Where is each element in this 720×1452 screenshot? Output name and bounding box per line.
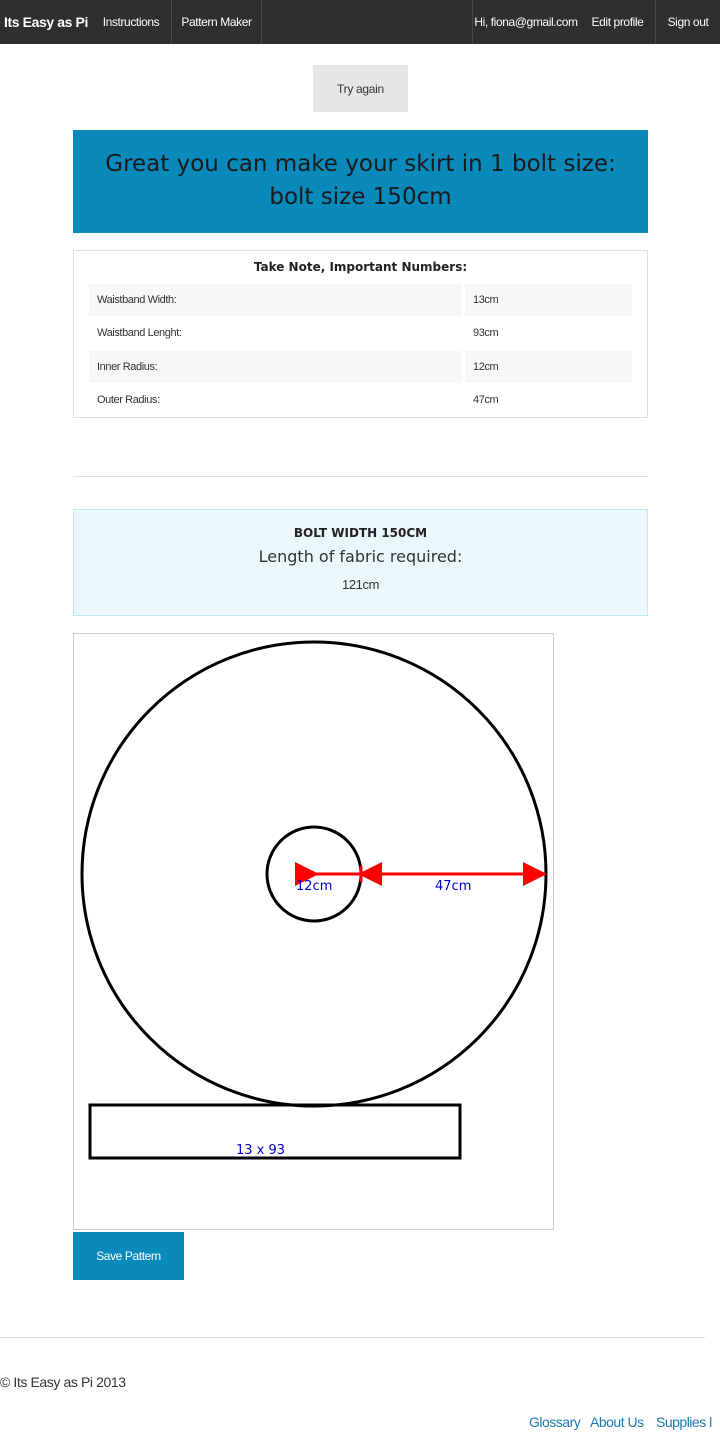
bolt-width-heading: BOLT WIDTH 150CM	[293, 526, 428, 540]
table-row: Waistband Lenght: 93cm	[89, 317, 632, 349]
bolt-info-box: BOLT WIDTH 150CM Length of fabric requir…	[73, 509, 648, 616]
copyright-text: © Its Easy as Pi 2013	[0, 1374, 126, 1390]
pattern-svg: 12cm 47cm 13 x 93	[80, 640, 548, 1160]
row-label: Waistband Width:	[89, 284, 462, 316]
nav-sign-out[interactable]: Sign out	[656, 0, 720, 44]
table-row: Waistband Width: 13cm	[89, 284, 632, 316]
footer-link-about[interactable]: About Us	[590, 1414, 644, 1430]
brand-link[interactable]: Its Easy as Pi	[0, 0, 92, 44]
top-navbar: Its Easy as Pi Instructions Pattern Make…	[0, 0, 720, 44]
result-banner: Great you can make your skirt in 1 bolt …	[73, 130, 648, 233]
important-numbers-table: Take Note, Important Numbers: Waistband …	[73, 250, 648, 418]
nav-instructions[interactable]: Instructions	[92, 0, 170, 44]
table-row: Inner Radius: 12cm	[89, 351, 632, 383]
row-value: 13cm	[465, 284, 632, 316]
pattern-diagram: 12cm 47cm 13 x 93	[73, 633, 554, 1230]
nav-user-greeting[interactable]: Hi, fiona@gmail.com	[473, 0, 579, 44]
footer-link-glossary[interactable]: Glossary	[529, 1414, 581, 1430]
nav-edit-profile[interactable]: Edit profile	[580, 0, 655, 44]
row-label: Waistband Lenght:	[97, 327, 182, 339]
row-label: Outer Radius:	[97, 394, 160, 406]
try-again-button[interactable]: Try again	[313, 65, 408, 112]
footer-link-supplies[interactable]: Supplies l	[656, 1414, 712, 1430]
inner-radius-label: 12cm	[296, 879, 332, 894]
table-title: Take Note, Important Numbers:	[253, 260, 468, 274]
fabric-length-value: 121cm	[341, 577, 380, 592]
footer-divider	[0, 1337, 705, 1338]
fabric-length-label: Length of fabric required:	[258, 547, 463, 566]
row-value: 12cm	[465, 351, 632, 383]
nav-pattern-maker[interactable]: Pattern Maker	[172, 0, 261, 44]
outer-radius-label: 47cm	[435, 879, 471, 894]
row-value: 93cm	[473, 327, 499, 339]
waistband-label: 13 x 93	[236, 1143, 285, 1158]
row-label: Inner Radius:	[89, 351, 462, 383]
divider	[73, 476, 648, 477]
save-pattern-button[interactable]: Save Pattern	[73, 1232, 184, 1280]
row-value: 47cm	[473, 394, 499, 406]
table-row: Outer Radius: 47cm	[89, 384, 632, 416]
nav-divider	[261, 0, 262, 44]
